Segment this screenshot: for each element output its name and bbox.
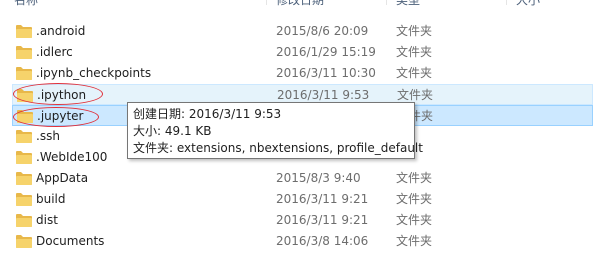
folder-icon xyxy=(16,151,32,164)
file-name: .idlerc xyxy=(36,45,73,59)
file-type: 文件夹 xyxy=(396,234,433,248)
folder-icon xyxy=(16,193,32,206)
folder-icon xyxy=(16,130,32,143)
file-type: 文件夹 xyxy=(396,213,433,227)
file-row-dist[interactable]: dist 2016/3/11 9:21 文件夹 xyxy=(12,210,593,231)
folder-icon xyxy=(16,235,32,248)
file-row-android[interactable]: .android 2015/8/6 20:09 文件夹 xyxy=(12,21,593,42)
file-name: Documents xyxy=(36,234,105,248)
file-date: 2016/3/11 10:30 xyxy=(276,66,376,80)
tooltip-folder-contents: 文件夹: extensions, nbextensions, profile_d… xyxy=(133,141,423,155)
file-name: .android xyxy=(36,24,86,38)
file-date: 2015/8/3 9:40 xyxy=(276,171,361,185)
column-divider[interactable] xyxy=(266,0,267,5)
file-date: 2016/3/11 9:21 xyxy=(276,192,369,206)
column-header-name[interactable]: 名称 xyxy=(14,0,38,9)
folder-icon xyxy=(16,172,32,185)
file-row-build[interactable]: build 2016/3/11 9:21 文件夹 xyxy=(12,189,593,210)
file-row-appdata[interactable]: AppData 2015/8/3 9:40 文件夹 xyxy=(12,168,593,189)
file-name: AppData xyxy=(36,171,89,185)
file-name: build xyxy=(36,192,66,206)
file-name: .WebIde100 xyxy=(36,150,108,164)
folder-icon xyxy=(16,67,32,80)
file-type: 文件夹 xyxy=(396,45,433,59)
folder-icon xyxy=(17,89,33,102)
tooltip-created-date: 创建日期: 2016/3/11 9:53 xyxy=(133,107,282,121)
file-name: .ssh xyxy=(36,129,60,143)
file-date: 2016/3/8 14:06 xyxy=(276,234,369,248)
column-header-date[interactable]: 修改日期 xyxy=(276,0,324,9)
folder-icon xyxy=(16,46,32,59)
column-header-size[interactable]: 大小 xyxy=(516,0,540,9)
file-name: .ipynb_checkpoints xyxy=(36,66,152,80)
file-name: .ipython xyxy=(37,88,87,102)
folder-icon xyxy=(16,25,32,38)
file-name: dist xyxy=(36,213,58,227)
file-date: 2015/8/6 20:09 xyxy=(276,24,369,38)
column-divider[interactable] xyxy=(386,0,387,5)
file-type: 文件夹 xyxy=(396,192,433,206)
file-date: 2016/1/29 15:19 xyxy=(276,45,376,59)
file-type: 文件夹 xyxy=(396,171,433,185)
tooltip-size: 大小: 49.1 KB xyxy=(133,124,212,138)
folder-icon xyxy=(17,110,33,123)
folder-icon xyxy=(16,214,32,227)
column-divider[interactable] xyxy=(506,0,507,5)
file-name: .jupyter xyxy=(37,109,84,123)
column-header-type[interactable]: 类型 xyxy=(396,0,420,9)
file-row-ipynb-checkpoints[interactable]: .ipynb_checkpoints 2016/3/11 10:30 文件夹 xyxy=(12,63,593,84)
file-row-idlerc[interactable]: .idlerc 2016/1/29 15:19 文件夹 xyxy=(12,42,593,63)
file-type: 文件夹 xyxy=(396,24,433,38)
file-date: 2016/3/11 9:21 xyxy=(276,213,369,227)
file-info-tooltip: 创建日期: 2016/3/11 9:53 大小: 49.1 KB 文件夹: ex… xyxy=(127,102,423,159)
file-row-documents[interactable]: Documents 2016/3/8 14:06 文件夹 xyxy=(12,231,593,252)
file-type: 文件夹 xyxy=(396,66,433,80)
column-header-bar: 名称 修改日期 类型 大小 xyxy=(0,0,593,9)
